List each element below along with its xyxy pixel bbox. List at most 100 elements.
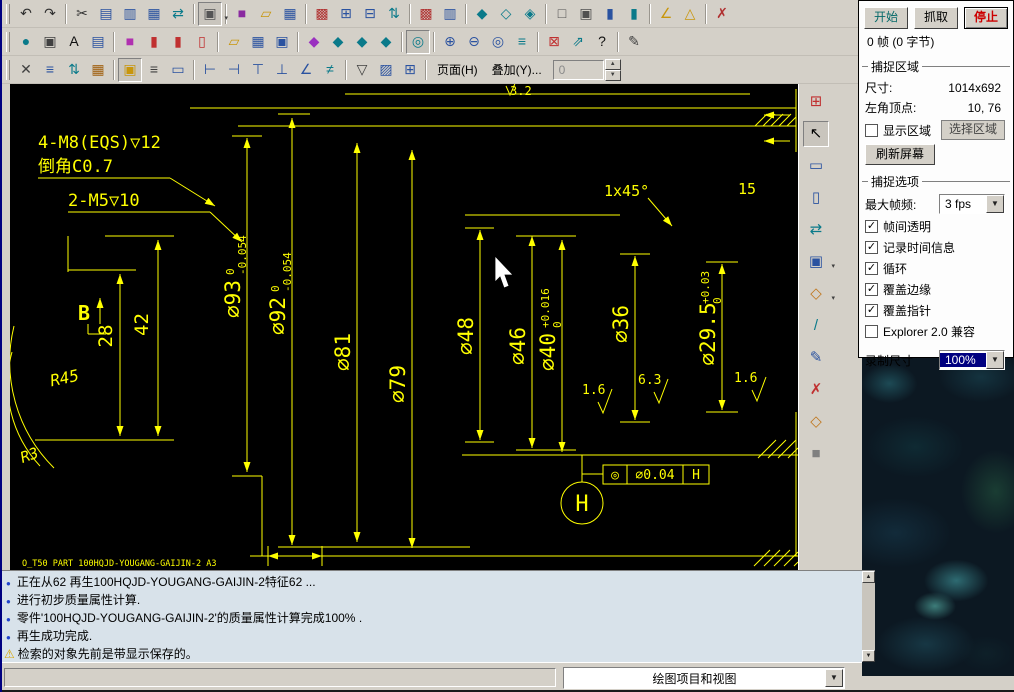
capture-stop-button[interactable]: 停止	[964, 7, 1008, 29]
annotation-icon[interactable]: A	[62, 30, 86, 54]
swatch-icon[interactable]: ■	[803, 441, 829, 467]
frame-transparency-checkbox[interactable]: ✓	[865, 220, 878, 233]
selection-box-icon[interactable]: ▣ ▾	[198, 1, 228, 26]
align-left-icon[interactable]: ⊢	[198, 58, 222, 82]
save2-icon[interactable]: ▦	[246, 30, 270, 54]
diamond-tool-icon[interactable]: ◇ ▾	[803, 281, 835, 307]
list-icon[interactable]: ≡	[38, 58, 62, 82]
capture-grab-button[interactable]: 抓取	[914, 7, 958, 29]
refresh-screen-button[interactable]: 刷新屏幕	[865, 144, 936, 165]
chevron-down-icon[interactable]: ▾	[831, 287, 835, 310]
spinner[interactable]: ▲ ▼	[604, 58, 621, 81]
rect2-tool-icon[interactable]: ▯	[803, 185, 829, 211]
loop-checkbox[interactable]: ✓	[865, 262, 878, 275]
toolbar-grip[interactable]	[6, 31, 10, 52]
feature3-icon[interactable]: ◆	[350, 30, 374, 54]
layer-stack-icon[interactable]: ≡	[510, 30, 534, 54]
cover-edges-checkbox[interactable]: ✓	[865, 283, 878, 296]
scroll-down-icon[interactable]: ▼	[862, 650, 875, 662]
roughness-icon[interactable]: ▽	[350, 58, 374, 82]
print-icon[interactable]: ⊞	[334, 2, 358, 26]
rect-tool-icon[interactable]: ▭	[803, 153, 829, 179]
hatch-icon[interactable]: ▨	[374, 58, 398, 82]
select-cursor-icon[interactable]: ↖	[803, 121, 829, 147]
delete-icon[interactable]: ✗	[710, 2, 734, 26]
open-icon[interactable]: ▱	[254, 2, 278, 26]
spin-up-icon[interactable]: ▲	[604, 58, 621, 70]
chevron-down-icon[interactable]: ▼	[986, 195, 1004, 213]
handles-icon[interactable]: ▣ ▾	[803, 249, 835, 275]
model-solid-icon[interactable]: ◆	[470, 2, 494, 26]
part-magenta-icon[interactable]: ■	[118, 30, 142, 54]
export-icon[interactable]: ▣	[270, 30, 294, 54]
frame-icon[interactable]: ▭	[166, 58, 190, 82]
part-red-icon[interactable]: ▮	[142, 30, 166, 54]
refresh-icon[interactable]: ⇅	[62, 58, 86, 82]
globe-icon[interactable]: ●	[14, 30, 38, 54]
feature2-icon[interactable]: ◆	[326, 30, 350, 54]
feature4-icon[interactable]: ◆	[374, 30, 398, 54]
folder-icon[interactable]: ▱	[222, 30, 246, 54]
part-red2-icon[interactable]: ▮	[166, 30, 190, 54]
bar-teal-icon[interactable]: ▮	[622, 2, 646, 26]
model-section-icon[interactable]: ◈	[518, 2, 542, 26]
capture-start-button[interactable]: 开始	[864, 7, 908, 29]
layers-icon[interactable]: ▤	[86, 30, 110, 54]
swap-view-icon[interactable]: ⇄	[803, 217, 829, 243]
chevron-down-icon[interactable]: ▼	[986, 351, 1004, 369]
toolbar-grip[interactable]	[6, 3, 10, 24]
copy-icon[interactable]: ▤	[94, 2, 118, 26]
toolbar-grip[interactable]	[6, 59, 10, 80]
print-preview-icon[interactable]: ⊟	[358, 2, 382, 26]
paste-special-icon[interactable]: ▦	[142, 2, 166, 26]
zoom-out-icon[interactable]: ⊖	[462, 30, 486, 54]
zoom-window-icon[interactable]: ◎	[486, 30, 510, 54]
zoom-in-icon[interactable]: ⊕	[438, 30, 462, 54]
fps-combobox[interactable]: 3 fps ▼	[939, 194, 1005, 214]
undo-icon[interactable]: ↶	[14, 2, 38, 26]
redo-icon[interactable]: ↷	[38, 2, 62, 26]
link-icon[interactable]: ⇅	[382, 2, 406, 26]
delete2-icon[interactable]: ✗	[803, 377, 829, 403]
chevron-down-icon[interactable]: ▾	[224, 8, 228, 29]
angle-dim-icon[interactable]: ∠	[294, 58, 318, 82]
feature1-icon[interactable]: ◆	[302, 30, 326, 54]
save-icon[interactable]: ▦	[278, 2, 302, 26]
overlay-menu-button[interactable]: 叠加(Y)...	[485, 59, 549, 80]
drawing-area[interactable]: 4-M8(EQS)▽12 倒角C0.7 2-M5▽10 B R45 R3 28 …	[10, 84, 798, 570]
chevron-down-icon[interactable]: ▾	[831, 255, 835, 278]
model-wire-icon[interactable]: ◇	[494, 2, 518, 26]
page-menu-button[interactable]: 页面(H)	[430, 59, 485, 80]
spin-down-icon[interactable]: ▼	[604, 69, 621, 81]
close-red-icon[interactable]: ⊠	[542, 30, 566, 54]
view-selector-combobox[interactable]: 绘图项目和视图 ▼	[563, 667, 845, 689]
diamond2-icon[interactable]: ◇	[803, 409, 829, 435]
paste-icon[interactable]: ▥	[118, 2, 142, 26]
align-top-icon[interactable]: ⊤	[246, 58, 270, 82]
shaded-view-icon[interactable]: ◎	[406, 29, 430, 54]
bar-blue-icon[interactable]: ▮	[598, 2, 622, 26]
clipboard-icon[interactable]: ▥	[438, 2, 462, 26]
record-time-checkbox[interactable]: ✓	[865, 241, 878, 254]
record-size-combobox[interactable]: 100% ▼	[939, 350, 1005, 370]
cut-icon[interactable]: ✂	[70, 2, 94, 26]
scroll-up-icon[interactable]: ▲	[862, 571, 875, 583]
slant-line-icon[interactable]: /	[803, 313, 829, 339]
angle-icon[interactable]: ∠	[654, 2, 678, 26]
chevron-down-icon[interactable]: ▼	[825, 669, 843, 687]
pointer-arrow-icon[interactable]: ⇗	[566, 30, 590, 54]
help-icon[interactable]: ?	[590, 30, 614, 54]
edit-icon[interactable]: ✎	[803, 345, 829, 371]
explorer-compat-checkbox[interactable]	[865, 325, 878, 338]
swap-icon[interactable]: ⇄	[166, 2, 190, 26]
camera-icon[interactable]: ▣	[38, 30, 62, 54]
lock-icon[interactable]: ▣	[118, 57, 142, 82]
close-icon[interactable]: ✕	[14, 58, 38, 82]
align-right-icon[interactable]: ⊣	[222, 58, 246, 82]
table-icon[interactable]: ▩	[310, 2, 334, 26]
view-iso-icon[interactable]: ▣	[574, 2, 598, 26]
new-model-icon[interactable]: ■	[230, 2, 254, 26]
pencil-icon[interactable]: ✎	[622, 30, 646, 54]
tolerance-icon[interactable]: ⊞	[398, 58, 422, 82]
show-area-checkbox[interactable]	[865, 123, 878, 137]
